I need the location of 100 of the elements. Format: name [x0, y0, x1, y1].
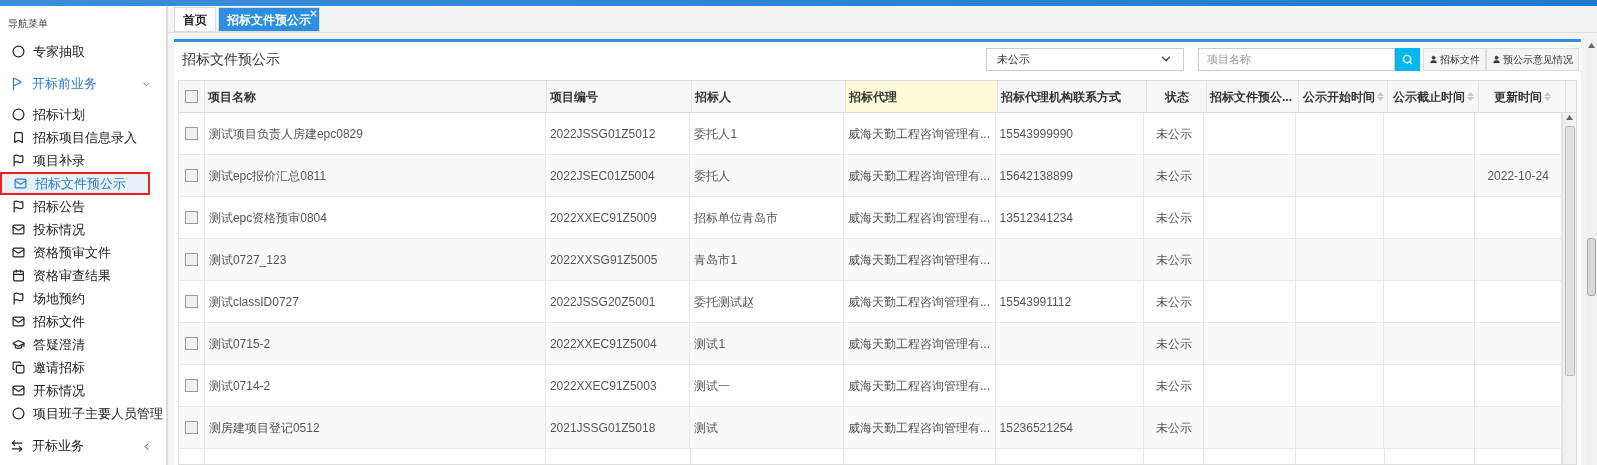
close-icon[interactable] [309, 9, 318, 18]
flag-icon [12, 154, 25, 167]
envelope-icon [12, 223, 25, 236]
table-cell-text: 测试0714-2 [208, 377, 271, 395]
table-cell-text: 测试epc报价汇总0811 [208, 167, 327, 185]
table-cell-text: 2022XXSG91Z5005 [549, 251, 658, 269]
table-cell-text: 威海天勤工程咨询管理有... [848, 209, 991, 227]
table-cell-text: 2021JSSG01Z5018 [549, 419, 656, 437]
search-field[interactable]: 项目名称 [1198, 47, 1395, 71]
table-cell-text: 测试项目负责人房建epc0829 [208, 125, 363, 143]
checkbox[interactable] [184, 127, 198, 140]
table-scrollbar[interactable] [1562, 113, 1576, 464]
toolbar-button[interactable]: 招标文件 [1423, 47, 1486, 71]
sidebar-item[interactable]: 邀请招标 [0, 356, 166, 379]
checkbox[interactable] [184, 421, 198, 434]
table-cell-text: 委托人 [694, 167, 731, 185]
table-cell-text: 威海天勤工程咨询管理有... [848, 335, 991, 353]
table-cell-text: 2022XXEC91Z5004 [549, 335, 657, 353]
table-cell-text: 未公示 [1155, 209, 1192, 227]
sidebar-group[interactable]: 开标业务 [0, 433, 166, 459]
checkbox[interactable] [184, 253, 198, 266]
sidebar-item[interactable]: 招标计划 [0, 103, 166, 126]
table-cell-text: 未公示 [1155, 377, 1192, 395]
checkbox[interactable] [184, 379, 198, 392]
table-cell-text: 未公示 [1155, 167, 1192, 185]
sidebar-item[interactable]: 场地预约 [0, 287, 166, 310]
checkbox[interactable] [184, 337, 198, 350]
table-cell-text: 测试一 [694, 377, 731, 395]
checkbox[interactable] [185, 90, 198, 103]
scroll-up-icon[interactable] [1566, 115, 1573, 120]
table-cell-text: 测试0727_123 [208, 251, 287, 269]
table-cell-text: 2022JSSG20Z5001 [549, 293, 656, 311]
column-header[interactable]: 招标代理 [846, 81, 998, 112]
sort-icon[interactable] [1466, 92, 1474, 101]
sidebar-item[interactable]: 招标公告 [0, 195, 166, 218]
tab[interactable]: 首页 [174, 7, 216, 32]
checkbox[interactable] [184, 211, 198, 224]
sidebar-item[interactable]: 资格预审文件 [0, 241, 166, 264]
column-header[interactable]: 更新时间 [1479, 81, 1566, 112]
sidebar-item[interactable]: 开标情况 [0, 379, 166, 402]
envelope-icon [12, 246, 25, 259]
flag-icon [10, 77, 24, 91]
table-cell-text: 未公示 [1155, 293, 1192, 311]
user-icon [1492, 54, 1501, 64]
circle-icon [12, 45, 25, 58]
sort-icon[interactable] [1543, 92, 1551, 101]
page-scrollbar[interactable] [1585, 39, 1597, 465]
sidebar-item[interactable]: 招标文件 [0, 310, 166, 333]
table-cell-text: 测试classID0727 [208, 293, 299, 311]
sidebar-group[interactable]: 开标前业务 [0, 71, 166, 97]
table-cell-text: 2022XXEC91Z5003 [549, 377, 657, 395]
scrollbar-thumb[interactable] [1586, 238, 1596, 296]
scroll-up-icon[interactable] [1587, 43, 1595, 48]
table-cell-text: 威海天勤工程咨询管理有... [848, 377, 991, 395]
sidebar-item[interactable]: 答疑澄清 [0, 333, 166, 356]
column-header[interactable]: 状态 [1147, 81, 1207, 112]
table-cell-text: 测房建项目登记0512 [208, 419, 320, 437]
column-header[interactable]: 招标文件预公... [1207, 81, 1299, 112]
sidebar-item[interactable]: 招标文件预公示 [0, 172, 150, 195]
table-cell-text: 2022-10-24 [1487, 167, 1549, 185]
column-header[interactable]: 招标代理机构联系方式 [998, 81, 1147, 112]
column-header[interactable]: 公示截止时间 [1388, 81, 1479, 112]
table-cell-text: 测试 [694, 419, 719, 437]
table-cell-text: 2022JSEC01Z5004 [549, 167, 655, 185]
table-cell-text: 15642138899 [999, 167, 1073, 185]
search-button[interactable] [1395, 47, 1420, 71]
table-cell-text: 未公示 [1155, 419, 1192, 437]
table-cell-text: 13512341234 [999, 209, 1073, 227]
sidebar-item[interactable]: 投标情况 [0, 218, 166, 241]
envelope-icon [14, 177, 27, 190]
scrollbar-thumb[interactable] [1564, 126, 1575, 376]
sidebar-item[interactable]: 招标项目信息录入 [0, 126, 166, 149]
table-cell-text: 测试epc资格预审0804 [208, 209, 327, 227]
sidebar-item[interactable]: 项目班子主要人员管理 [0, 402, 166, 425]
status-select[interactable]: 未公示 [986, 47, 1184, 71]
table-cell-text: 委托测试赵 [694, 293, 755, 311]
checkbox[interactable] [184, 169, 198, 182]
column-header[interactable]: 项目编号 [547, 81, 692, 112]
table-cell-text: 测试1 [694, 335, 726, 353]
sidebar-item[interactable]: 项目补录 [0, 149, 166, 172]
sidebar-title: 导航菜单 [7, 17, 49, 31]
table-cell-text: 未公示 [1155, 335, 1192, 353]
table-cell-text: 威海天勤工程咨询管理有... [848, 419, 991, 437]
sort-icon[interactable] [1376, 92, 1384, 101]
user-icon [1429, 54, 1438, 64]
sidebar-item[interactable]: 专家抽取 [0, 40, 166, 63]
sidebar-item[interactable]: 资格审查结果 [0, 264, 166, 287]
table-cell-text: 15543991112 [999, 293, 1072, 311]
copy-icon [12, 361, 25, 374]
column-header[interactable]: 项目名称 [205, 81, 547, 112]
table-cell-text: 2022JSSG01Z5012 [549, 125, 656, 143]
column-header[interactable]: 公示开始时间 [1299, 81, 1388, 112]
toolbar-button[interactable]: 预公示意见情况 [1486, 47, 1579, 71]
table-cell-text: 测试0715-2 [208, 335, 271, 353]
envelope-icon [12, 384, 25, 397]
flag-icon [12, 292, 25, 305]
checkbox[interactable] [184, 295, 198, 308]
table-cell-text: 2022XXEC91Z5009 [549, 209, 657, 227]
flag-icon [12, 200, 25, 213]
table-cell-text: 15236521254 [999, 419, 1073, 437]
